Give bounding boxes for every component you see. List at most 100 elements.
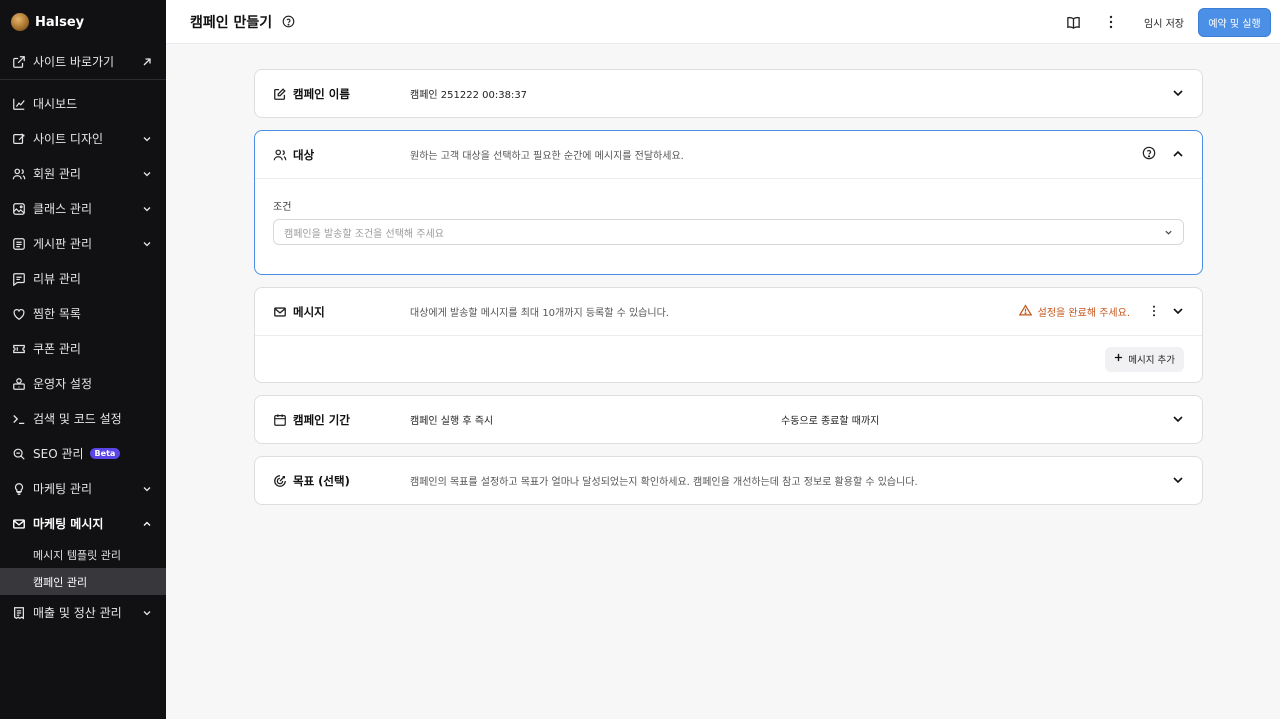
sidebar-item-site-design[interactable]: 사이트 디자인: [0, 121, 166, 156]
save-draft-button[interactable]: 임시 저장: [1144, 15, 1184, 30]
sidebar-item-sales[interactable]: 매출 및 정산 관리: [0, 595, 166, 630]
sidebar-item-label: SEO 관리: [33, 447, 84, 461]
sidebar: Halsey 사이트 바로가기 대시보드 사이트 디자인 회원 관리 클래스 관…: [0, 0, 166, 719]
more-vertical-icon[interactable]: [1152, 302, 1156, 321]
card-header[interactable]: 대상 원하는 고객 대상을 선택하고 필요한 순간에 메시지를 전달하세요.: [255, 131, 1202, 178]
sidebar-item-label: 쿠폰 관리: [33, 342, 81, 356]
card-title: 목표 (선택): [293, 473, 350, 488]
sidebar-item-seo[interactable]: SEO 관리 Beta: [0, 436, 166, 471]
card-title: 캠페인 기간: [293, 412, 350, 427]
heart-icon: [11, 306, 26, 321]
sidebar-item-site-link[interactable]: 사이트 바로가기: [0, 44, 166, 79]
chevron-down-icon: [142, 239, 152, 249]
chevron-down-icon: [142, 169, 152, 179]
ticket-icon: [11, 341, 26, 356]
brand[interactable]: Halsey: [0, 0, 166, 44]
chevron-up-icon: [142, 519, 152, 529]
sidebar-divider: [0, 79, 166, 80]
book-icon[interactable]: [1058, 7, 1088, 37]
sidebar-item-coupons[interactable]: 쿠폰 관리: [0, 331, 166, 366]
condition-select[interactable]: 캠페인을 발송할 조건을 선택해 주세요: [273, 219, 1184, 245]
design-icon: [11, 131, 26, 146]
users-icon: [273, 148, 287, 162]
campaign-form: 캠페인 이름 캠페인 251222 00:38:37 대상 원하는 고객 대상을…: [254, 69, 1203, 517]
review-icon: [11, 271, 26, 286]
calendar-icon: [273, 413, 287, 427]
chevron-down-icon: [142, 608, 152, 618]
add-message-label: 메시지 추가: [1128, 355, 1175, 366]
sidebar-item-label: 사이트 바로가기: [33, 55, 115, 69]
card-body: 메시지 추가: [255, 335, 1202, 382]
sidebar-item-classes[interactable]: 클래스 관리: [0, 191, 166, 226]
sidebar-subitem-templates[interactable]: 메시지 템플릿 관리: [0, 541, 166, 568]
sidebar-item-label: 검색 및 코드 설정: [33, 412, 122, 426]
operator-icon: [11, 376, 26, 391]
sidebar-item-label: 대시보드: [33, 97, 78, 111]
campaign-name-value: 캠페인 251222 00:38:37: [410, 90, 528, 101]
chart-icon: [11, 96, 26, 111]
top-bar: 캠페인 만들기 임시 저장 예약 및 실행: [166, 0, 1280, 44]
help-circle-icon[interactable]: [1142, 145, 1156, 164]
card-period: 캠페인 기간 캠페인 실행 후 즉시 수동으로 종료할 때까지: [254, 395, 1203, 444]
card-header[interactable]: 캠페인 이름 캠페인 251222 00:38:37: [255, 70, 1202, 117]
add-message-button[interactable]: 메시지 추가: [1105, 346, 1184, 372]
sidebar-item-marketing[interactable]: 마케팅 관리: [0, 471, 166, 506]
card-actions: [1172, 396, 1184, 443]
card-description: 원하는 고객 대상을 선택하고 필요한 순간에 메시지를 전달하세요.: [410, 151, 684, 162]
seo-search-icon: [11, 446, 26, 461]
sidebar-item-wishlist[interactable]: 찜한 목록: [0, 296, 166, 331]
card-header[interactable]: 목표 (선택) 캠페인의 목표를 설정하고 목표가 얼마나 달성되었는지 확인하…: [255, 457, 1202, 504]
sidebar-item-boards[interactable]: 게시판 관리: [0, 226, 166, 261]
external-link-icon: [11, 54, 26, 69]
top-actions: 임시 저장 예약 및 실행: [1058, 7, 1271, 37]
period-end: 수동으로 종료할 때까지: [781, 416, 880, 427]
condition-label: 조건: [273, 202, 292, 213]
chevron-up-icon[interactable]: [1172, 145, 1184, 164]
arrow-up-right-icon: [142, 57, 152, 67]
chevron-down-icon[interactable]: [1172, 471, 1184, 490]
sidebar-item-label: 찜한 목록: [33, 307, 81, 321]
sidebar-item-operators[interactable]: 운영자 설정: [0, 366, 166, 401]
period-start: 캠페인 실행 후 즉시: [410, 416, 494, 427]
sidebar-item-label: 게시판 관리: [33, 237, 93, 251]
schedule-run-button[interactable]: 예약 및 실행: [1198, 7, 1271, 37]
help-circle-icon[interactable]: [282, 15, 296, 29]
more-vertical-icon[interactable]: [1096, 7, 1126, 37]
card-header[interactable]: 메시지 대상에게 발송할 메시지를 최대 10개까지 등록할 수 있습니다. 설…: [255, 288, 1202, 335]
users-icon: [11, 166, 26, 181]
sidebar-item-label: 클래스 관리: [33, 202, 93, 216]
chevron-down-icon[interactable]: [1172, 410, 1184, 429]
chevron-down-icon: [142, 204, 152, 214]
sidebar-item-label: 회원 관리: [33, 167, 81, 181]
card-actions: [1172, 457, 1184, 504]
chevron-down-icon: [1164, 228, 1173, 237]
card-header[interactable]: 캠페인 기간 캠페인 실행 후 즉시 수동으로 종료할 때까지: [255, 396, 1202, 443]
card-message: 메시지 대상에게 발송할 메시지를 최대 10개까지 등록할 수 있습니다. 설…: [254, 287, 1203, 383]
sidebar-item-members[interactable]: 회원 관리: [0, 156, 166, 191]
card-title: 대상: [293, 147, 315, 162]
chevron-down-icon: [142, 134, 152, 144]
sidebar-item-label: 사이트 디자인: [33, 132, 104, 146]
chevron-down-icon: [142, 484, 152, 494]
sidebar-item-reviews[interactable]: 리뷰 관리: [0, 261, 166, 296]
board-icon: [11, 236, 26, 251]
sidebar-item-label: 매출 및 정산 관리: [33, 606, 122, 620]
card-actions: 설정을 완료해 주세요.: [1018, 288, 1184, 335]
card-campaign-name: 캠페인 이름 캠페인 251222 00:38:37: [254, 69, 1203, 118]
sidebar-item-dashboard[interactable]: 대시보드: [0, 86, 166, 121]
edit-icon: [273, 87, 287, 101]
condition-placeholder: 캠페인을 발송할 조건을 선택해 주세요: [284, 228, 444, 240]
chevron-down-icon[interactable]: [1172, 302, 1184, 321]
warning-text: 설정을 완료해 주세요.: [1037, 308, 1130, 319]
sidebar-item-label: 마케팅 관리: [33, 482, 93, 496]
card-goal: 목표 (선택) 캠페인의 목표를 설정하고 목표가 얼마나 달성되었는지 확인하…: [254, 456, 1203, 505]
lightbulb-icon: [11, 481, 26, 496]
image-icon: [11, 201, 26, 216]
chevron-down-icon[interactable]: [1172, 84, 1184, 103]
incomplete-warning: 설정을 완료해 주세요.: [1018, 304, 1130, 319]
sidebar-subitem-campaigns[interactable]: 캠페인 관리: [0, 568, 166, 595]
sidebar-item-search-code[interactable]: 검색 및 코드 설정: [0, 401, 166, 436]
plus-icon: [1114, 353, 1123, 365]
card-actions: [1172, 70, 1184, 117]
sidebar-item-marketing-message[interactable]: 마케팅 메시지: [0, 506, 166, 541]
